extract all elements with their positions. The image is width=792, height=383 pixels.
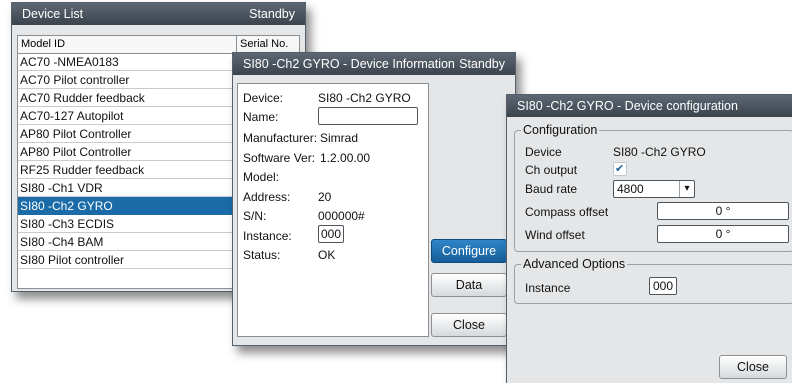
wind-offset-input[interactable]: 0 °: [657, 225, 789, 243]
data-button[interactable]: Data: [431, 273, 507, 297]
instance-label: Instance:: [243, 229, 292, 243]
compass-offset-label: Compass offset: [525, 205, 609, 219]
baud-rate-label: Baud rate: [525, 182, 578, 196]
address-value: 20: [318, 190, 332, 204]
device-info-status: Standby: [459, 57, 505, 71]
compass-offset-input[interactable]: 0 °: [657, 202, 789, 220]
device-value: SI80 -Ch2 GYRO: [318, 91, 411, 105]
device-list-titlebar: Device List Standby: [12, 3, 305, 25]
software-version-value: 1.2.00.00: [320, 151, 371, 165]
device-config-title: SI80 -Ch2 GYRO - Device configuration: [517, 99, 738, 113]
chevron-down-icon: ▾: [679, 181, 694, 197]
advanced-instance-label: Instance: [525, 281, 571, 295]
ch-output-label: Ch output: [525, 163, 578, 177]
device-list-status: Standby: [249, 7, 295, 21]
device-label: Device:: [243, 91, 284, 105]
serial-number-label: S/N:: [243, 209, 267, 223]
device-info-title: SI80 -Ch2 GYRO - Device Information: [243, 57, 455, 71]
close-button[interactable]: Close: [431, 313, 507, 337]
device-config-titlebar: SI80 -Ch2 GYRO - Device configuration: [507, 95, 792, 117]
name-label: Name:: [243, 110, 279, 124]
configuration-legend: Configuration: [521, 123, 600, 137]
advanced-options-legend: Advanced Options: [521, 257, 628, 271]
baud-rate-select[interactable]: 4800 ▾: [613, 180, 695, 198]
name-input[interactable]: [318, 107, 418, 125]
configure-button[interactable]: Configure: [431, 239, 507, 263]
software-version-label: Software Ver:: [243, 151, 316, 165]
manufacturer-label: Manufacturer:: [243, 131, 318, 145]
device-list-title: Device List: [22, 7, 84, 21]
device-info-window: SI80 -Ch2 GYRO - Device Information Stan…: [232, 52, 516, 346]
checkmark-icon: ✔: [615, 163, 625, 175]
column-header-serial-no[interactable]: Serial No.: [236, 36, 288, 53]
wind-offset-label: Wind offset: [525, 228, 585, 242]
device-info-panel: Device: SI80 -Ch2 GYRO Name: Manufacture…: [237, 83, 429, 337]
manufacturer-value: Simrad: [320, 131, 359, 145]
status-label: Status:: [243, 248, 281, 262]
address-label: Address:: [243, 190, 291, 204]
config-device-label: Device: [525, 145, 562, 159]
status-value: OK: [318, 248, 336, 262]
config-device-value: SI80 -Ch2 GYRO: [613, 145, 706, 159]
config-close-button[interactable]: Close: [719, 355, 787, 379]
ch-output-checkbox[interactable]: ✔: [613, 162, 627, 176]
instance-input[interactable]: 000: [318, 225, 344, 243]
model-label: Model:: [243, 170, 280, 184]
column-header-model-id[interactable]: Model ID: [21, 36, 65, 53]
device-info-titlebar: SI80 -Ch2 GYRO - Device Information Stan…: [233, 53, 515, 75]
serial-number-value: 000000#: [318, 209, 365, 223]
device-config-window: SI80 -Ch2 GYRO - Device configuration Co…: [506, 94, 792, 383]
baud-rate-value: 4800: [617, 182, 644, 196]
advanced-instance-input[interactable]: 000: [649, 277, 677, 295]
